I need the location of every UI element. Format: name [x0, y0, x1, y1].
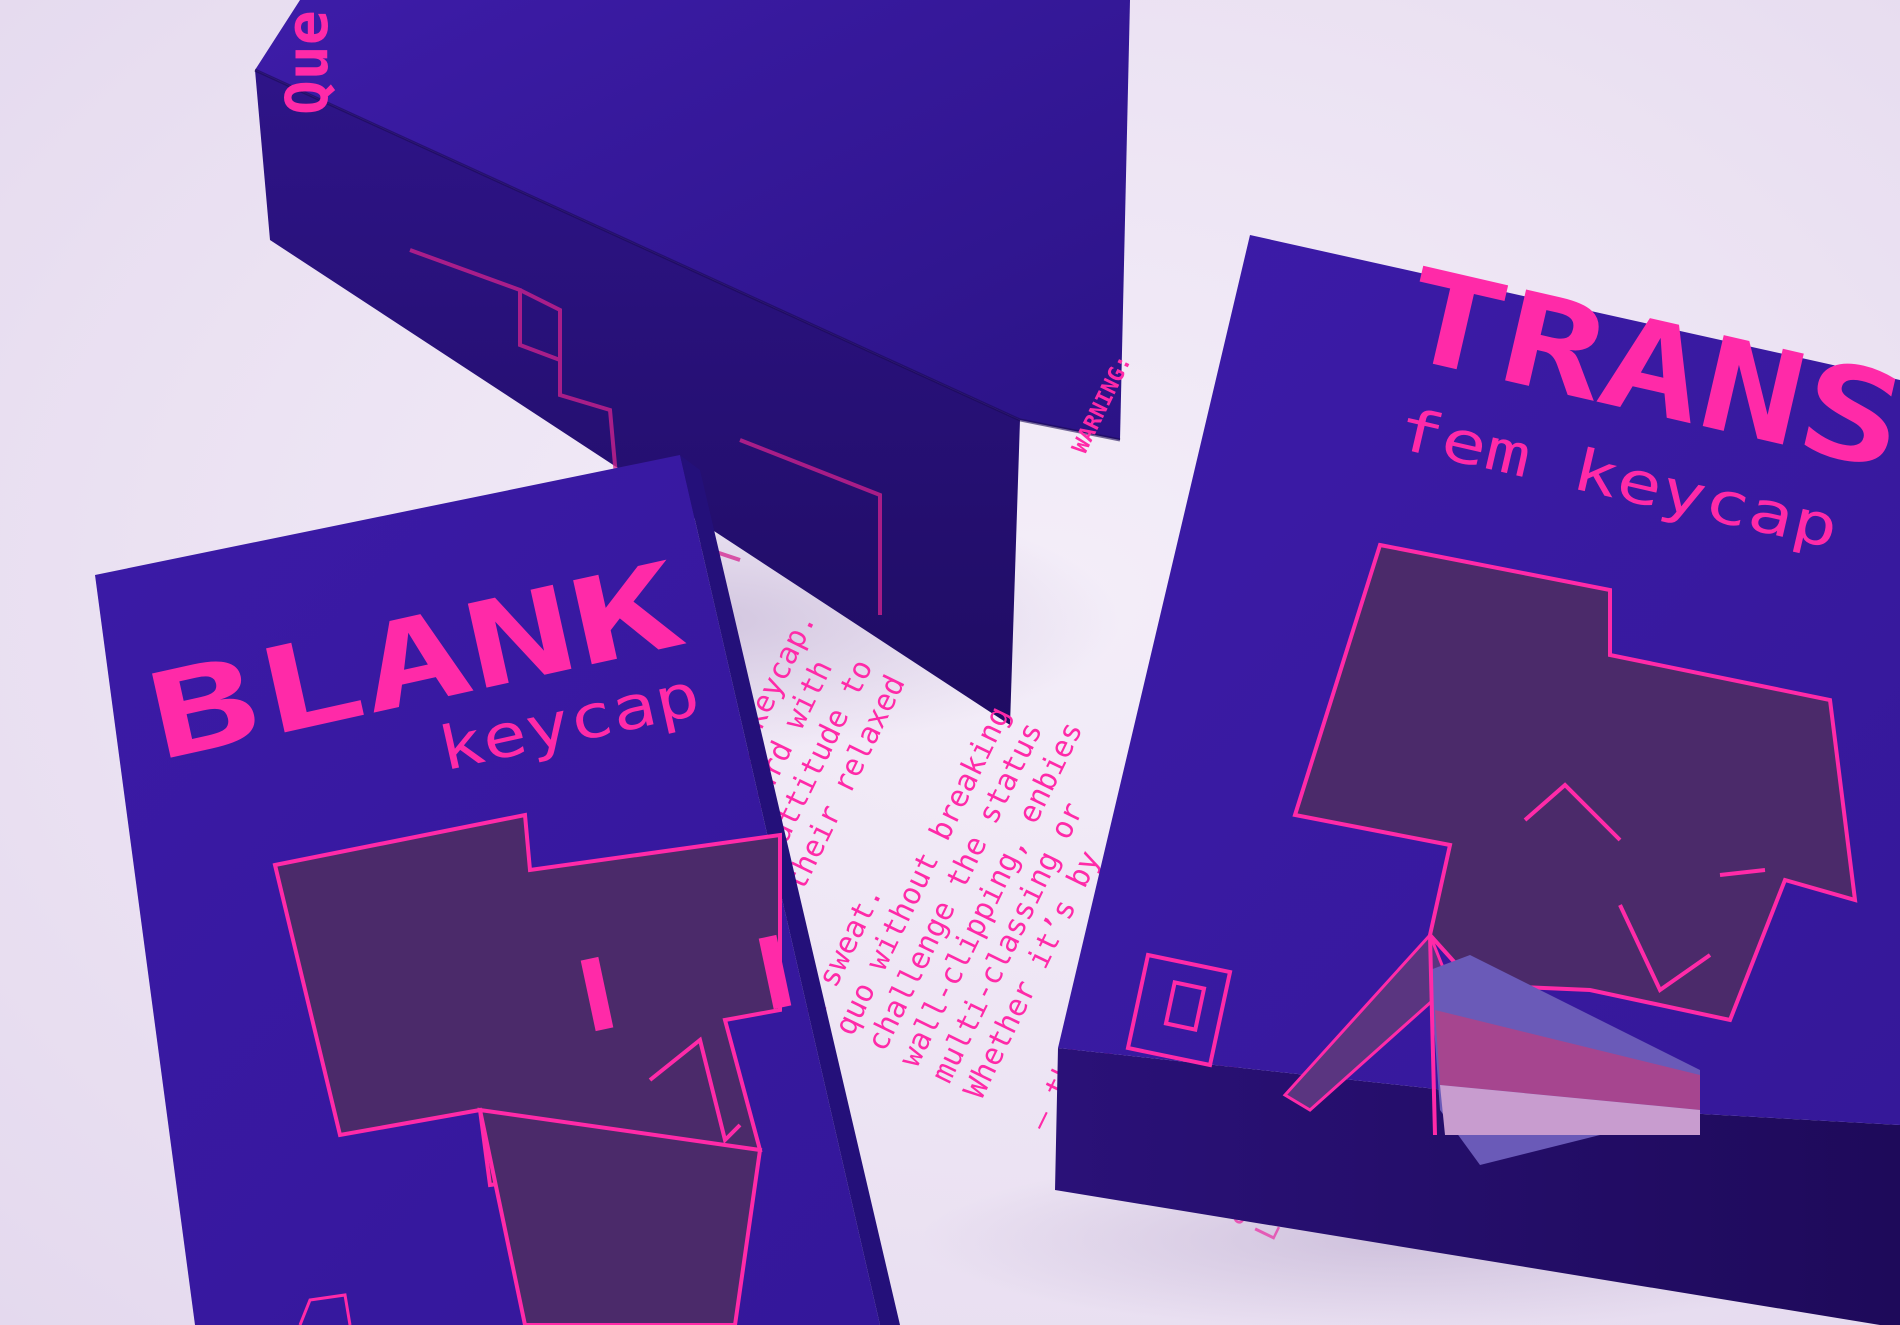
top-box-title: Que [273, 10, 341, 115]
blank-character-leg [477, 1107, 763, 1325]
top-box-copy: Que [273, 10, 341, 115]
photo-scene: Que Left or rand ones. Youdefense. Yorat… [95, 0, 1900, 1325]
